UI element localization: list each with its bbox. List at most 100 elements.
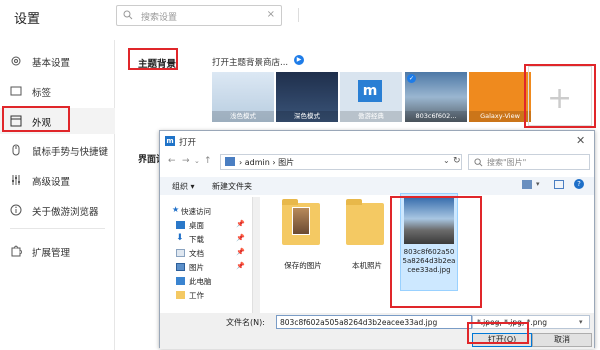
dialog-search-box[interactable]: 搜索"图片"	[468, 154, 590, 170]
arrow-right-icon[interactable]: ▶	[294, 55, 304, 65]
pin-icon: 📌	[236, 234, 245, 242]
new-folder-button[interactable]: 新建文件夹	[212, 181, 252, 192]
nav-item-label: 工作	[189, 291, 204, 300]
pin-icon: 📌	[236, 220, 245, 228]
breadcrumb-item[interactable]: 图片	[278, 158, 294, 167]
organize-button[interactable]: 组织 ▾	[172, 181, 195, 192]
folder-icon	[282, 199, 320, 245]
forward-icon[interactable]: →	[182, 156, 190, 166]
dialog-title: 打开	[179, 138, 197, 148]
theme-caption: 深色模式	[276, 111, 338, 122]
theme-thumb-light[interactable]: 浅色模式	[212, 72, 274, 122]
breadcrumb: › admin › 图片	[239, 158, 295, 167]
sidebar-item-advanced[interactable]: 高级设置	[0, 167, 115, 193]
cancel-button[interactable]: 取消	[532, 333, 592, 347]
sidebar-item-label: 标签	[32, 88, 52, 99]
file-label: 保存的图片	[284, 261, 322, 270]
nav-item-desktop[interactable]: 桌面 📌	[164, 219, 250, 232]
nav-item-work[interactable]: 工作	[164, 289, 250, 302]
sidebar-item-label: 扩展管理	[32, 248, 71, 259]
folder-icon	[225, 157, 235, 166]
document-icon	[176, 249, 185, 257]
sidebar: 基本设置 标签 外观 鼠标手势与快捷键 高级设置 关于傲游浏览器 扩展管理	[0, 40, 115, 350]
sidebar-item-tabs[interactable]: 标签	[0, 78, 115, 104]
sidebar-item-label: 鼠标手势与快捷键	[32, 147, 109, 158]
filename-field[interactable]: 803c8f602a505a8264d3b2eacee33ad.jpg	[276, 315, 472, 329]
sidebar-item-about[interactable]: 关于傲游浏览器	[0, 197, 115, 223]
download-icon: ⬇	[176, 233, 184, 243]
page-title: 设置	[14, 12, 41, 27]
sidebar-item-basic[interactable]: 基本设置	[0, 48, 115, 74]
clear-icon[interactable]: ×	[267, 9, 275, 20]
theme-shop-link[interactable]: 打开主题背景商店...	[212, 56, 288, 68]
theme-thumb-custom[interactable]: ✓ 803c6f602...	[405, 72, 467, 122]
scrollbar[interactable]	[252, 197, 260, 313]
view-icon[interactable]	[522, 180, 532, 189]
theme-thumb-classic[interactable]: m 傲游经典	[340, 72, 402, 122]
file-label: 本机照片	[352, 261, 382, 270]
filename-label: 文件名(N):	[226, 318, 265, 327]
theme-caption: Galaxy-View	[469, 111, 531, 122]
help-icon[interactable]: ?	[574, 179, 584, 189]
open-file-dialog: m 打开 ✕ ← → ⌄ ↑ › admin › 图片 ⌄ ↻ 搜索"图片" 组…	[159, 130, 595, 349]
theme-caption: 浅色模式	[212, 111, 274, 122]
dialog-titlebar: m 打开 ✕	[160, 131, 594, 151]
nav-item-pictures[interactable]: 图片 📌	[164, 261, 250, 274]
star-icon: ★	[172, 205, 180, 214]
pin-icon: 📌	[236, 262, 245, 270]
nav-item-downloads[interactable]: ⬇ 下载 📌	[164, 233, 250, 246]
nav-item-quick-access[interactable]: ★ 快速访问	[164, 205, 250, 218]
folder-icon	[176, 291, 185, 299]
highlight-box	[390, 196, 482, 308]
search-input[interactable]: 搜索"图片"	[487, 157, 526, 168]
divider	[298, 8, 299, 22]
nav-item-label: 文档	[189, 249, 204, 258]
refresh-icon[interactable]: ↻	[453, 156, 461, 166]
search-input[interactable]: 搜索设置	[141, 10, 177, 23]
address-bar[interactable]: › admin › 图片 ⌄ ↻	[220, 154, 462, 170]
address-row: ← → ⌄ ↑ › admin › 图片 ⌄ ↻ 搜索"图片"	[160, 151, 594, 173]
back-icon[interactable]: ←	[168, 156, 176, 166]
chevron-down-icon[interactable]: ⌄	[194, 157, 200, 165]
breadcrumb-item[interactable]: admin	[245, 158, 270, 167]
nav-item-label: 此电脑	[189, 277, 212, 286]
dialog-toolbar: 组织 ▾ 新建文件夹 ▾ ?	[160, 177, 594, 195]
check-icon: ✓	[407, 74, 416, 83]
highlight-box	[2, 106, 70, 132]
theme-thumb-galaxy[interactable]: Galaxy-View	[469, 72, 531, 122]
up-icon[interactable]: ↑	[204, 156, 212, 166]
close-icon[interactable]: ✕	[576, 134, 585, 147]
nav-item-label: 桌面	[189, 221, 204, 230]
sidebar-item-label: 基本设置	[32, 58, 71, 69]
nav-item-label: 图片	[189, 263, 204, 272]
computer-icon	[176, 277, 185, 285]
chevron-down-icon: ▾	[579, 318, 583, 326]
app-icon: m	[165, 136, 175, 146]
photo-preview	[292, 207, 310, 235]
search-icon	[123, 10, 133, 20]
sliders-icon	[12, 175, 20, 185]
theme-thumb-dark[interactable]: 深色模式	[276, 72, 338, 122]
tab-icon	[10, 86, 22, 96]
pictures-icon	[176, 263, 185, 271]
sidebar-item-label: 高级设置	[32, 177, 71, 188]
search-icon	[474, 158, 483, 167]
chevron-down-icon[interactable]: ▾	[536, 180, 540, 188]
desktop-icon	[176, 221, 185, 229]
highlight-box	[524, 64, 596, 128]
chevron-down-icon[interactable]: ⌄	[443, 156, 450, 165]
nav-item-label: 下载	[189, 235, 204, 244]
folder-icon	[346, 199, 384, 245]
sidebar-item-label: 关于傲游浏览器	[32, 207, 99, 218]
nav-item-documents[interactable]: 文档 📌	[164, 247, 250, 260]
preview-pane-icon[interactable]	[554, 180, 564, 189]
pin-icon: 📌	[236, 248, 245, 256]
divider	[10, 228, 105, 229]
nav-item-this-pc[interactable]: 此电脑	[164, 275, 250, 288]
sidebar-item-extensions[interactable]: 扩展管理	[0, 238, 115, 264]
settings-search-box[interactable]: 搜索设置 ×	[116, 5, 282, 26]
sidebar-item-gestures[interactable]: 鼠标手势与快捷键	[0, 137, 115, 163]
mouse-icon	[12, 144, 20, 156]
highlight-box	[467, 322, 529, 344]
puzzle-icon	[11, 245, 22, 257]
